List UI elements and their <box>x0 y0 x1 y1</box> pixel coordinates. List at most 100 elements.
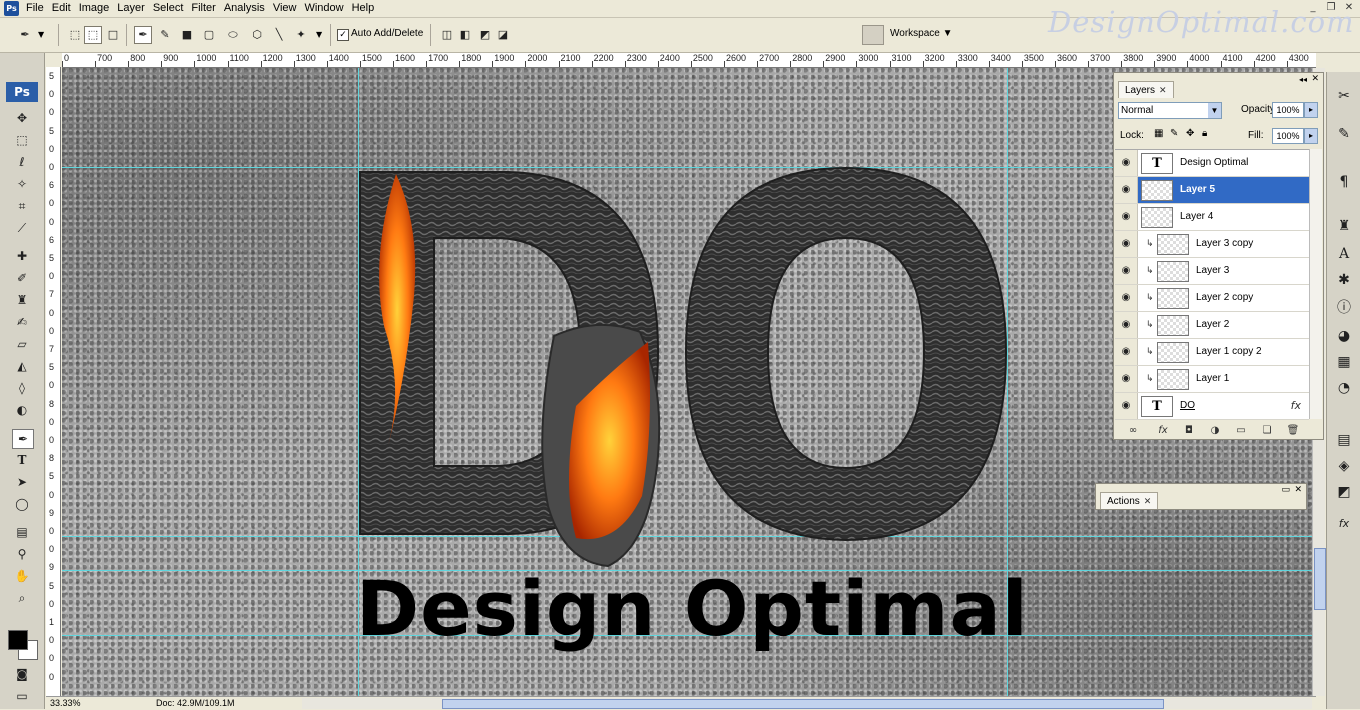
path-selection-tool-icon[interactable]: ➤ <box>12 473 32 491</box>
minimize-panel-icon[interactable]: ▭ <box>1281 485 1290 495</box>
opacity-arrow-icon[interactable]: ▸ <box>1304 102 1318 118</box>
fill-arrow-icon[interactable]: ▸ <box>1304 128 1318 144</box>
menu-help[interactable]: Help <box>352 1 383 16</box>
layer-row[interactable]: ◉ ↳ Layer 1 copy 2 <box>1115 339 1309 366</box>
add-mask-icon[interactable]: ◘ <box>1182 424 1196 437</box>
blur-tool-icon[interactable]: ◊ <box>12 379 32 397</box>
preset-dropdown-arrow-icon[interactable]: ▼ <box>38 30 44 48</box>
delete-layer-icon[interactable]: 🗑︎ <box>1286 424 1300 437</box>
rounded-rectangle-icon[interactable]: ▢ <box>200 26 218 44</box>
menu-select[interactable]: Select <box>153 1 192 16</box>
crop-tool-icon[interactable]: ⌗ <box>12 197 32 215</box>
layer-row[interactable]: ◉ T Design Optimal <box>1115 150 1309 177</box>
adjustment-layer-icon[interactable]: ◑ <box>1208 424 1222 437</box>
menu-window[interactable]: Window <box>304 1 351 16</box>
blend-mode-select[interactable]: Normal ▼ <box>1118 102 1222 119</box>
layer-effects-dock-icon[interactable]: fx <box>1334 514 1354 534</box>
marquee-tool-icon[interactable]: ⬚ <box>12 131 32 149</box>
zoom-tool-icon[interactable]: ⌕ <box>12 589 32 607</box>
paragraph-icon[interactable]: ¶ <box>1334 172 1354 192</box>
polygon-icon[interactable]: ⬡ <box>248 26 266 44</box>
workspace-button[interactable]: Workspace ▼ <box>890 28 953 39</box>
color-icon[interactable]: ◕ <box>1334 326 1354 346</box>
new-layer-icon[interactable]: ❏ <box>1260 424 1274 437</box>
close-icon[interactable]: ✕ <box>1144 496 1152 506</box>
lasso-tool-icon[interactable]: ℓ <box>12 153 32 171</box>
visibility-eye-icon[interactable]: ◉ <box>1119 237 1133 251</box>
hand-tool-icon[interactable]: ✋ <box>12 567 32 585</box>
character-icon[interactable]: A <box>1334 244 1354 264</box>
rectangle-icon[interactable]: ■ <box>178 26 196 44</box>
quick-mask-icon[interactable]: ◙ <box>12 665 32 683</box>
histogram-icon[interactable]: ▤ <box>1334 430 1354 450</box>
paths-mode-icon[interactable]: ⬚ <box>84 26 102 44</box>
slice-tool-icon[interactable]: ⟋ <box>12 219 32 237</box>
add-style-icon[interactable]: fx <box>1156 424 1170 437</box>
bridge-icon[interactable] <box>862 25 884 45</box>
healing-brush-tool-icon[interactable]: ✚ <box>12 247 32 265</box>
horizontal-scrollbar[interactable] <box>302 698 1312 709</box>
freeform-pen-icon[interactable]: ✎ <box>156 26 174 44</box>
shape-dropdown-arrow-icon[interactable]: ▼ <box>316 30 322 48</box>
shape-layers-mode-icon[interactable]: ⬚ <box>66 26 84 44</box>
layer-row[interactable]: ◉ ↳ Layer 3 copy <box>1115 231 1309 258</box>
layer-row[interactable]: ◉ ↳ Layer 2 copy <box>1115 285 1309 312</box>
layer-row[interactable]: ◉ T DO fx <box>1115 393 1309 420</box>
visibility-eye-icon[interactable]: ◉ <box>1119 318 1133 332</box>
link-layers-icon[interactable]: ∞ <box>1126 424 1140 437</box>
lock-transparent-icon[interactable]: ▦ <box>1154 128 1163 139</box>
tool-presets-icon[interactable]: ✂ <box>1334 86 1354 106</box>
eyedropper-tool-icon[interactable]: ⚲ <box>12 545 32 563</box>
fill-pixels-mode-icon[interactable]: □ <box>104 26 122 44</box>
collapse-icon[interactable]: ◂◂ <box>1299 75 1307 84</box>
menu-analysis[interactable]: Analysis <box>224 1 273 16</box>
pen-tool-icon[interactable]: ✒ <box>12 429 34 449</box>
minimize-button[interactable]: _ <box>1306 1 1320 14</box>
ellipse-tool-icon[interactable]: ◯ <box>12 495 32 513</box>
exclude-path-icon[interactable]: ◪ <box>494 26 512 44</box>
panel-close-icon[interactable]: ✕ <box>1294 485 1302 495</box>
lock-image-icon[interactable]: ✎ <box>1170 128 1178 139</box>
visibility-eye-icon[interactable]: ◉ <box>1119 156 1133 170</box>
brushes-icon[interactable]: ✎ <box>1334 124 1354 144</box>
layers-scrollbar[interactable] <box>1309 149 1322 419</box>
opacity-field[interactable]: 100% <box>1272 102 1304 118</box>
clone-stamp-tool-icon[interactable]: ♜ <box>12 291 32 309</box>
fill-field[interactable]: 100% <box>1272 128 1304 144</box>
new-group-icon[interactable]: ▭ <box>1234 424 1248 437</box>
add-to-path-icon[interactable]: ◫ <box>438 26 456 44</box>
menu-edit[interactable]: Edit <box>52 1 79 16</box>
ellipse-icon[interactable]: ⬭ <box>224 26 242 44</box>
info-icon[interactable]: ⓘ <box>1334 298 1354 318</box>
styles-icon[interactable]: ◔ <box>1334 378 1354 398</box>
layer-row-selected[interactable]: ◉ Layer 5 <box>1115 177 1309 204</box>
intersect-path-icon[interactable]: ◩ <box>476 26 494 44</box>
zoom-readout[interactable]: 33.33% <box>50 697 81 710</box>
panel-close-icon[interactable]: ✕ <box>1311 74 1319 84</box>
menu-file[interactable]: File <box>26 1 52 16</box>
visibility-eye-icon[interactable]: ◉ <box>1119 291 1133 305</box>
lock-all-icon[interactable]: 🔒︎ <box>1202 128 1207 139</box>
magic-wand-tool-icon[interactable]: ✧ <box>12 175 32 193</box>
navigator-icon[interactable]: ✱ <box>1334 270 1354 290</box>
paint-bucket-tool-icon[interactable]: ◭ <box>12 357 32 375</box>
auto-add-delete-checkbox[interactable]: ✓ <box>337 29 349 41</box>
type-tool-icon[interactable]: T <box>12 451 32 469</box>
visibility-eye-icon[interactable]: ◉ <box>1119 210 1133 224</box>
brush-tool-icon[interactable]: ✐ <box>12 269 32 287</box>
visibility-eye-icon[interactable]: ◉ <box>1119 372 1133 386</box>
actions-tab[interactable]: Actions ✕ <box>1100 492 1159 509</box>
line-icon[interactable]: ╲ <box>270 26 288 44</box>
restore-button[interactable]: ❐ <box>1324 1 1338 14</box>
menu-filter[interactable]: Filter <box>191 1 223 16</box>
layer-row[interactable]: ◉ ↳ Layer 3 <box>1115 258 1309 285</box>
layers-tab[interactable]: Layers ✕ <box>1118 81 1174 98</box>
vertical-scroll-thumb[interactable] <box>1314 548 1326 610</box>
foreground-color-swatch[interactable] <box>8 630 28 650</box>
history-brush-tool-icon[interactable]: ✍ <box>12 313 32 331</box>
menu-layer[interactable]: Layer <box>117 1 153 16</box>
horizontal-scroll-thumb[interactable] <box>442 699 1164 709</box>
move-tool-icon[interactable]: ✥ <box>12 109 32 127</box>
close-icon[interactable]: ✕ <box>1159 85 1167 95</box>
paths-icon[interactable]: ◈ <box>1334 456 1354 476</box>
